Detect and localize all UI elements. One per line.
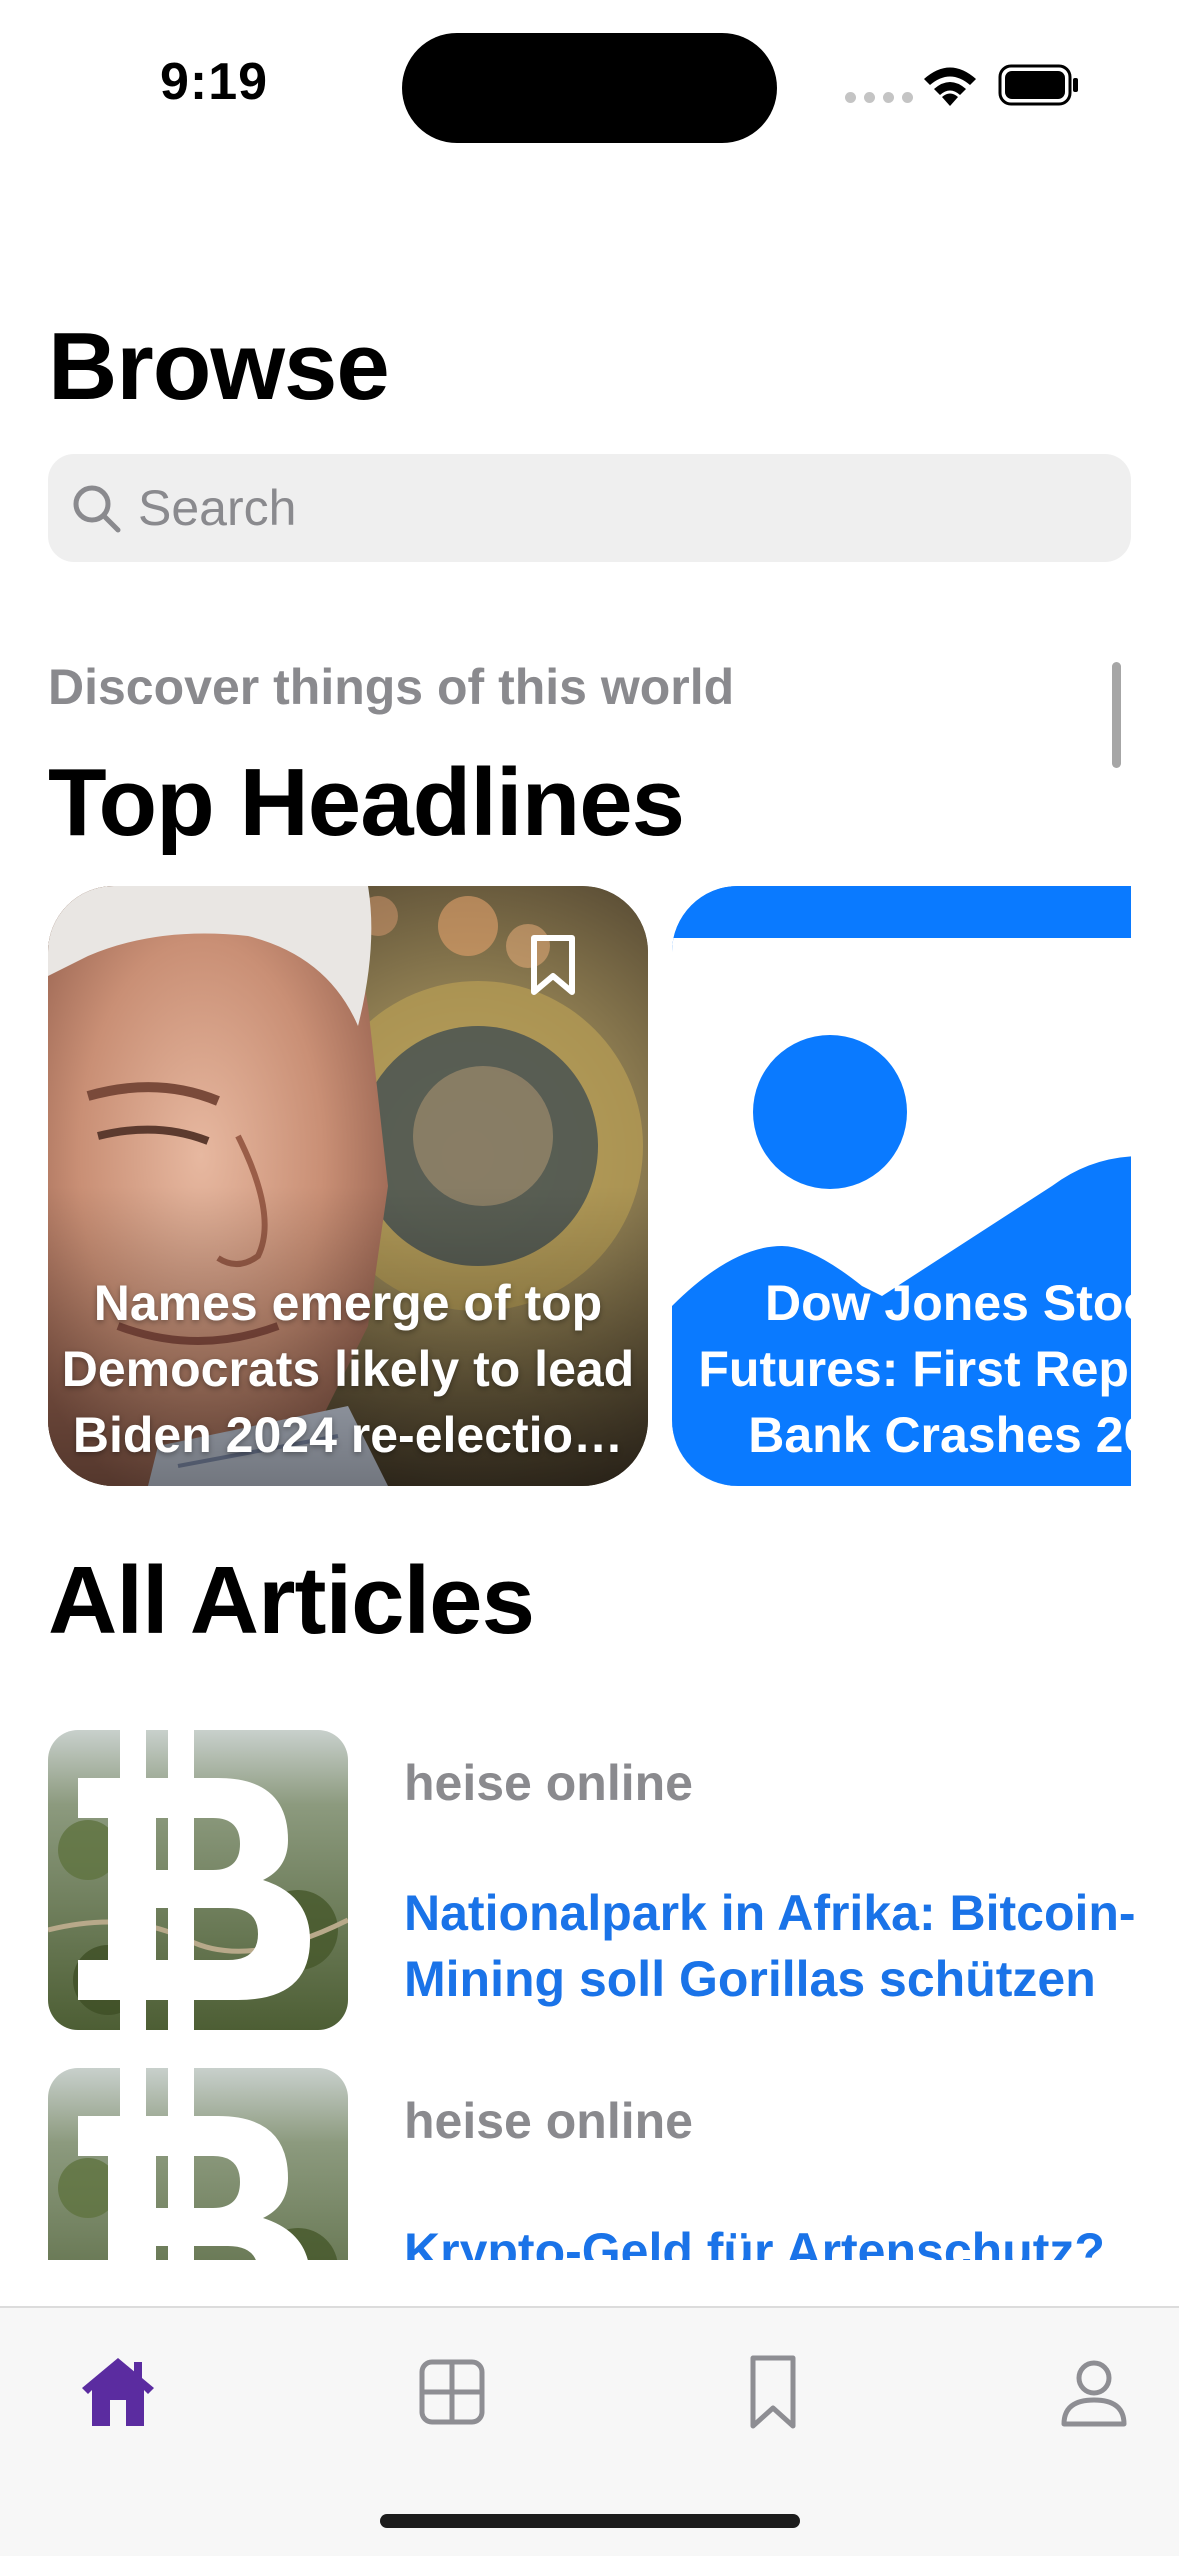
articles-list[interactable]: heise online Nationalpark in Afrika: Bit… [0, 1720, 1179, 2260]
headline-title: Dow Jones Stock Futures: First Republic … [698, 1275, 1131, 1463]
person-icon[interactable] [1054, 2352, 1134, 2432]
bookmark-icon[interactable] [733, 2352, 813, 2432]
bookmark-icon[interactable] [528, 934, 578, 996]
house-icon[interactable] [78, 2352, 158, 2432]
article-source: heise online [404, 2093, 693, 2149]
bitcoin-icon [48, 1730, 348, 2030]
scroll-indicator[interactable] [1112, 662, 1121, 768]
article-title-link[interactable]: Nationalpark in Afrika: Bitcoin-Mining s… [404, 1880, 1144, 2012]
search-input[interactable] [138, 454, 1098, 562]
article-title-link[interactable]: Krypto-Geld für Artenschutz? [404, 2218, 1144, 2260]
search-icon [73, 485, 121, 533]
status-time: 9:19 [160, 53, 269, 111]
bitcoin-icon [48, 2068, 348, 2260]
battery-icon [998, 64, 1078, 106]
headlines-carousel[interactable]: Names emerge of top Democrats likely to … [48, 886, 1131, 1486]
headline-title: Names emerge of top Democrats likely to … [61, 1275, 635, 1463]
discover-subtitle: Discover things of this world [48, 659, 735, 715]
search-bar[interactable] [48, 454, 1131, 562]
headline-card[interactable]: Names emerge of top Democrats likely to … [48, 886, 648, 1486]
all-articles-title: All Articles [48, 1547, 535, 1654]
cellular-signal-icon [845, 92, 913, 103]
wifi-icon [924, 67, 976, 106]
article-source: heise online [404, 1755, 693, 1811]
article-thumbnail [48, 2068, 348, 2260]
status-bar: 9:19 [0, 0, 1179, 170]
list-item[interactable]: heise online Nationalpark in Afrika: Bit… [48, 1730, 1136, 2030]
top-headlines-title: Top Headlines [48, 749, 685, 856]
home-indicator[interactable] [380, 2514, 800, 2528]
page-title: Browse [48, 313, 390, 420]
grid-icon[interactable] [412, 2352, 492, 2432]
headline-card[interactable]: Dow Jones Stock Futures: First Republic … [672, 886, 1131, 1486]
list-item[interactable]: heise online Krypto-Geld für Artenschutz… [48, 2068, 1131, 2260]
article-thumbnail [48, 1730, 348, 2030]
dynamic-island [402, 33, 777, 143]
